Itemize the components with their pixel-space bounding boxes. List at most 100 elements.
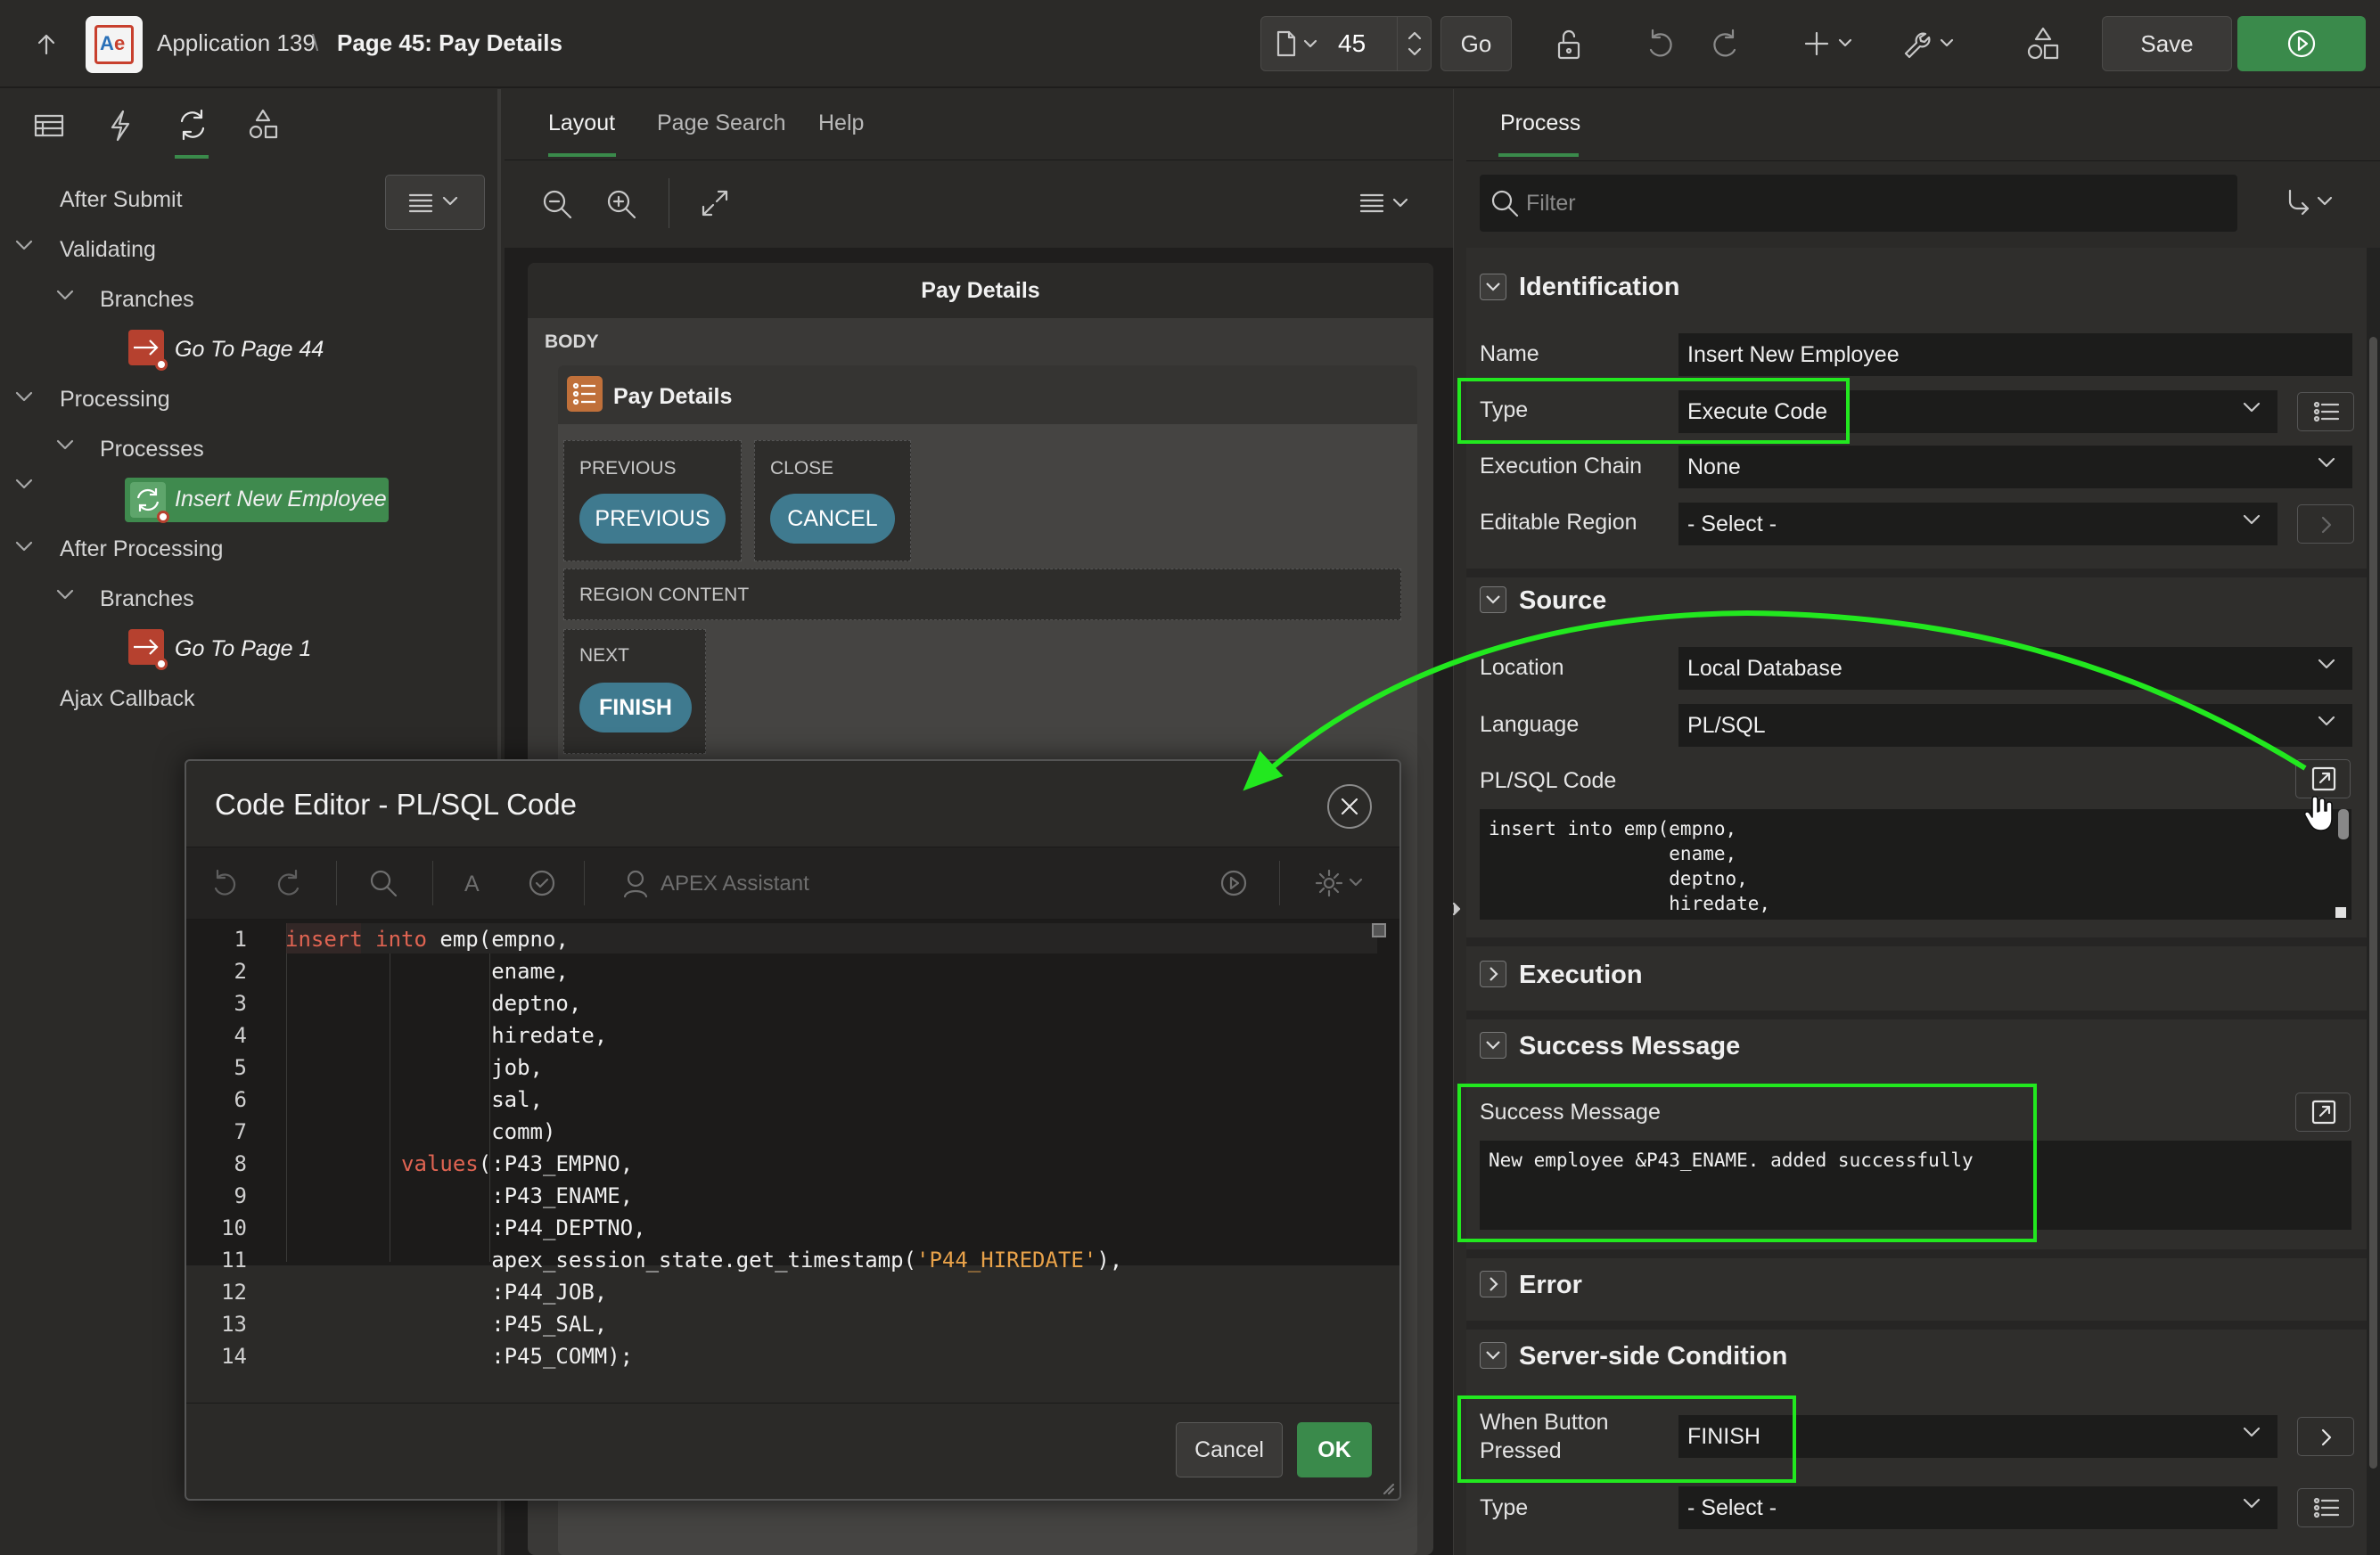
chevron-down-icon[interactable] [14,540,34,552]
section-execution[interactable]: Execution [1519,961,1643,990]
collapse-toggle[interactable] [1480,274,1506,300]
type-select[interactable]: Execute Code [1678,390,2277,433]
code-line[interactable]: :P45_SAL, [285,1312,607,1337]
chevron-down-icon[interactable] [55,588,75,601]
tree-node-go-to-page-44[interactable]: Go To Page 44 [175,337,324,363]
go-to-group-icon[interactable] [2285,187,2338,217]
tree-branches[interactable]: Branches [100,287,194,313]
zoom-out-icon[interactable] [540,187,574,221]
search-icon[interactable] [368,868,398,898]
section-success-message[interactable]: Success Message [1519,1032,1740,1061]
chevron-down-icon[interactable] [14,478,34,490]
up-arrow-icon[interactable] [30,29,62,61]
code-line[interactable]: :P44_JOB, [285,1280,607,1305]
location-select[interactable]: Local Database [1678,647,2352,690]
plsql-code-textarea[interactable]: insert into emp(empno, ename, deptno, hi… [1480,809,2351,920]
go-to-button-button[interactable] [2297,1417,2354,1456]
tab-help[interactable]: Help [818,110,864,136]
section-source[interactable]: Source [1519,586,1606,616]
assistant-icon[interactable] [621,868,650,898]
validate-check-icon[interactable] [527,868,557,898]
processing-tab-icon[interactable] [175,107,210,143]
tab-process[interactable]: Process [1500,110,1580,136]
filter-input[interactable]: Filter [1480,175,2237,232]
ok-button[interactable]: OK [1297,1422,1372,1477]
tree-after-submit[interactable]: After Submit [60,187,183,213]
code-line[interactable]: :P43_ENAME, [285,1183,633,1208]
tree-node-go-to-page-1[interactable]: Go To Page 1 [175,636,311,662]
run-icon[interactable] [1219,868,1249,898]
scrollbar-track[interactable] [2367,248,2380,1555]
code-line[interactable]: :P45_COMM); [285,1344,633,1369]
zoom-in-icon[interactable] [604,187,638,221]
tree-ajax-callback[interactable]: Ajax Callback [60,686,194,712]
layout-menu-icon[interactable] [1358,191,1414,217]
go-to-region-button[interactable] [2297,504,2354,544]
list-options-button[interactable] [2297,392,2354,431]
code-line[interactable]: values(:P43_EMPNO, [285,1151,633,1176]
section-identification[interactable]: Identification [1519,273,1679,302]
code-line[interactable]: ename, [285,959,569,984]
execution-chain-select[interactable]: None [1678,446,2352,488]
collapse-toggle[interactable] [1480,586,1506,613]
save-button[interactable]: Save [2102,16,2232,71]
collapse-toggle[interactable] [1480,1342,1506,1369]
redo-icon[interactable] [274,868,304,898]
breadcrumb-app[interactable]: Application 139 [157,29,316,57]
scrollbar-thumb[interactable] [2369,337,2377,1469]
tree-processing[interactable]: Processing [60,387,170,413]
code-line[interactable]: apex_session_state.get_timestamp('P44_HI… [285,1248,1122,1273]
run-page-button[interactable] [2237,16,2366,71]
shared-components-tab-icon[interactable] [246,107,280,143]
tree-menu-button[interactable] [385,175,485,230]
language-select[interactable]: PL/SQL [1678,704,2352,747]
tree-processes[interactable]: Processes [100,437,204,462]
code-line[interactable]: insert into emp(empno, [285,927,569,952]
close-dialog-button[interactable] [1327,784,1372,829]
finish-button[interactable]: FINISH [579,683,692,732]
list-options-button[interactable] [2297,1488,2354,1527]
collapse-arrow-icon[interactable] [1451,900,1462,918]
code-line[interactable]: :P44_DEPTNO, [285,1215,645,1240]
format-font-icon[interactable]: A [464,872,480,897]
code-line[interactable]: job, [285,1055,543,1080]
when-button-pressed-select[interactable]: FINISH [1678,1415,2277,1458]
create-menu-icon[interactable] [1804,29,1858,59]
apex-assistant-button[interactable]: APEX Assistant [661,872,809,896]
code-line[interactable]: sal, [285,1087,543,1112]
code-line[interactable]: hiredate, [285,1023,607,1048]
resize-grip-icon[interactable] [1381,1481,1395,1495]
tree-validating[interactable]: Validating [60,237,156,263]
tab-page-search[interactable]: Page Search [657,110,786,136]
chevron-down-icon[interactable] [14,390,34,403]
pane-splitter[interactable] [1453,89,1466,1555]
page-selector[interactable]: 45 [1260,16,1432,71]
expand-toggle[interactable] [1480,1271,1506,1297]
chevron-down-icon[interactable] [55,289,75,301]
undo-icon[interactable] [209,868,240,898]
tree-after-processing[interactable]: After Processing [60,536,223,562]
expand-icon[interactable] [699,187,731,219]
dynamic-actions-tab-icon[interactable] [105,109,135,143]
expand-toggle[interactable] [1480,961,1506,987]
open-text-editor-button[interactable] [2295,1093,2351,1132]
editor-scroll-marker[interactable] [1372,923,1386,937]
chevron-down-icon[interactable] [14,239,34,251]
cancel-button[interactable]: CANCEL [770,494,895,544]
page-stepper[interactable] [1397,17,1431,70]
tab-layout[interactable]: Layout [548,110,615,136]
previous-button[interactable]: PREVIOUS [579,494,726,544]
redo-icon[interactable] [1708,27,1742,61]
page-number-input[interactable]: 45 [1338,29,1366,58]
shared-components-icon[interactable] [2025,25,2061,62]
tree-node-insert-new-employee-selected[interactable]: Insert New Employee [125,478,389,523]
code-line[interactable]: comm) [285,1119,555,1144]
section-error[interactable]: Error [1519,1271,1582,1300]
rendering-tab-icon[interactable] [32,110,66,141]
app-logo[interactable]: A e [86,16,143,73]
success-message-textarea[interactable]: New employee &P43_ENAME. added successfu… [1480,1141,2351,1230]
utilities-wrench-icon[interactable] [1902,27,1959,61]
section-server-side-condition[interactable]: Server-side Condition [1519,1342,1787,1371]
tree-branches[interactable]: Branches [100,586,194,612]
collapse-toggle[interactable] [1480,1032,1506,1059]
